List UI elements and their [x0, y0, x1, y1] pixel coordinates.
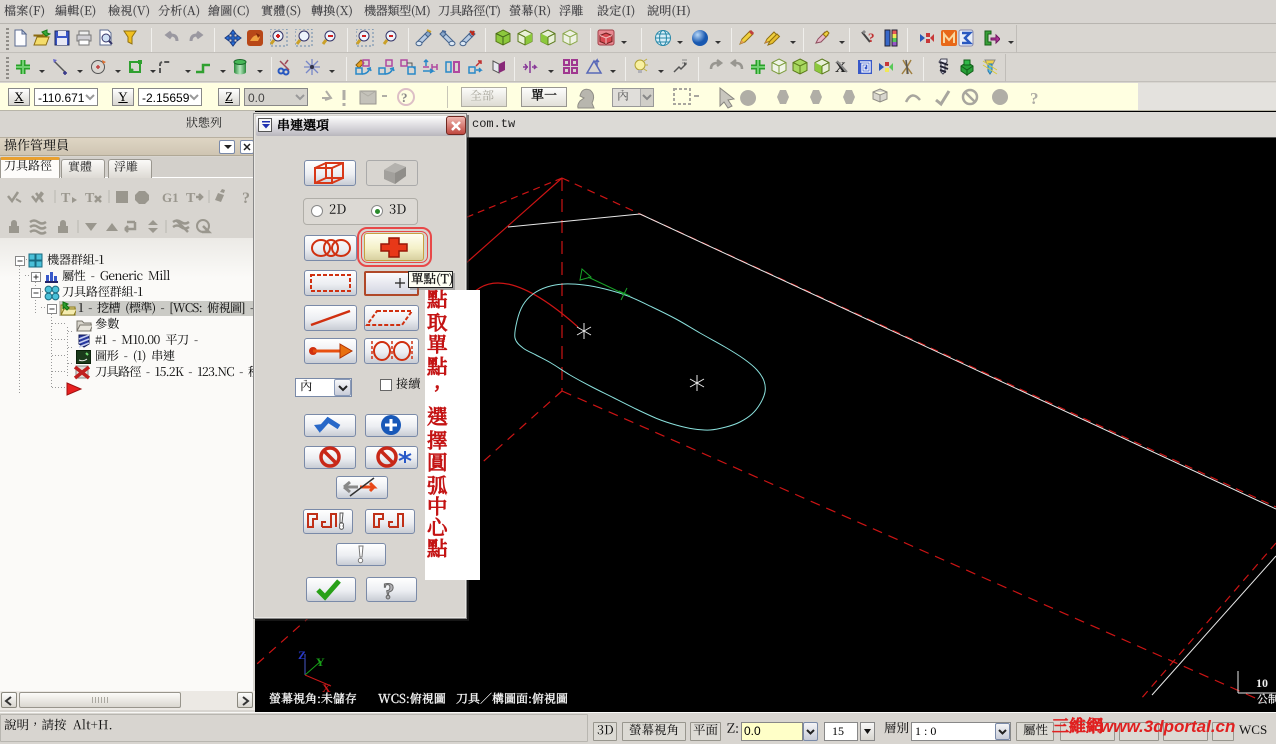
svg-text:T: T [85, 191, 95, 205]
svg-text:?: ? [242, 190, 250, 205]
svg-text:T: T [186, 191, 196, 205]
svg-text:?: ? [1030, 89, 1039, 108]
svg-text:Y: Y [316, 655, 325, 669]
svg-text:G1: G1 [162, 190, 179, 205]
svg-text:Z: Z [298, 648, 306, 662]
svg-text:?: ? [401, 90, 408, 105]
svg-text:10: 10 [1256, 676, 1268, 690]
svg-text:?: ? [868, 30, 875, 45]
svg-text:X: X [322, 681, 331, 695]
svg-text:T: T [61, 191, 71, 205]
svg-text:?: ? [383, 579, 395, 602]
